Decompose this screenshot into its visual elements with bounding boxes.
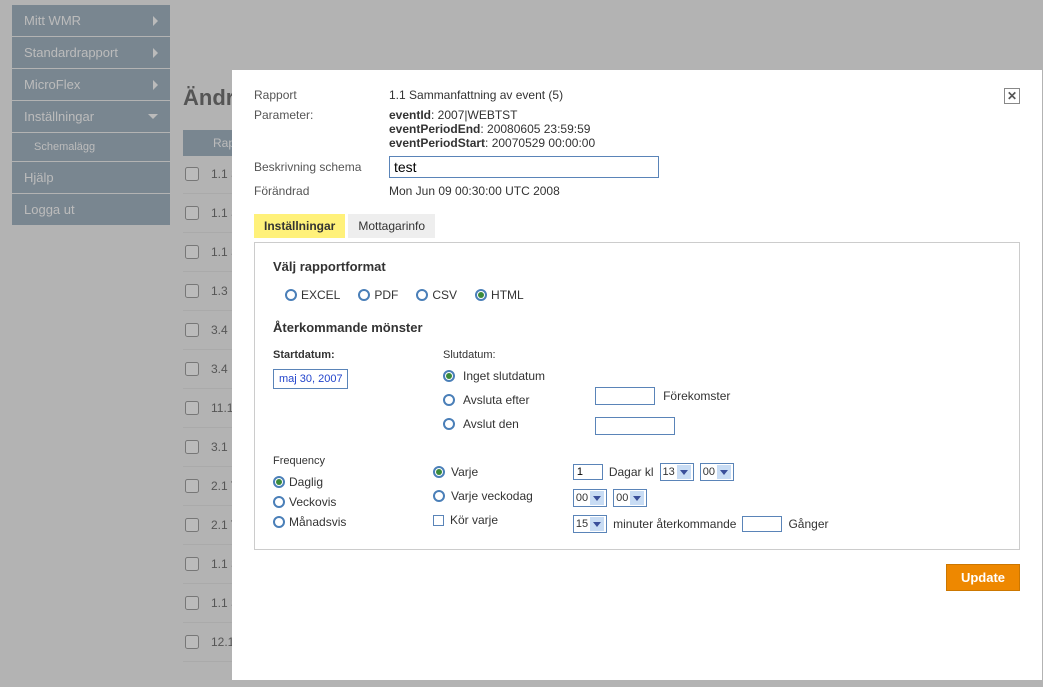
end-date-input[interactable] bbox=[595, 417, 675, 435]
format-html[interactable]: HTML bbox=[475, 288, 524, 302]
chevron-down-icon bbox=[677, 465, 691, 479]
min2-select[interactable]: 00 bbox=[613, 489, 647, 507]
format-pdf[interactable]: PDF bbox=[358, 288, 398, 302]
chevron-down-icon bbox=[590, 491, 604, 505]
times-input[interactable] bbox=[742, 516, 782, 532]
forekomster-label: Förekomster bbox=[663, 389, 730, 403]
freq-weekly[interactable]: Veckovis bbox=[273, 495, 393, 509]
end-after-label: Avsluta efter bbox=[463, 393, 529, 407]
hour2-select[interactable]: 00 bbox=[573, 489, 607, 507]
rapport-value: 1.1 Sammanfattning av event (5) bbox=[389, 88, 563, 102]
rapport-label: Rapport bbox=[254, 88, 389, 102]
tab-installningar[interactable]: Inställningar bbox=[254, 214, 345, 238]
update-button[interactable]: Update bbox=[946, 564, 1020, 591]
schedule-modal: ✕ Rapport 1.1 Sammanfattning av event (5… bbox=[232, 70, 1042, 680]
startdatum-label: Startdatum: bbox=[273, 349, 393, 361]
start-date-input[interactable] bbox=[273, 369, 348, 389]
parameter-label: Parameter: bbox=[254, 108, 389, 150]
forandrad-value: Mon Jun 09 00:30:00 UTC 2008 bbox=[389, 184, 560, 198]
format-excel[interactable]: EXCEL bbox=[285, 288, 340, 302]
end-on-label: Avslut den bbox=[463, 417, 519, 431]
description-input[interactable] bbox=[389, 156, 659, 178]
parameter-values: eventId: 2007|WEBTST eventPeriodEnd: 200… bbox=[389, 108, 595, 150]
slutdatum-label: Slutdatum: bbox=[443, 349, 545, 361]
min1-select[interactable]: 00 bbox=[700, 463, 734, 481]
ganger-label: Gånger bbox=[788, 517, 828, 531]
minutes-select[interactable]: 15 bbox=[573, 515, 607, 533]
beskrivning-label: Beskrivning schema bbox=[254, 160, 389, 174]
occurrence-input[interactable] bbox=[595, 387, 655, 405]
format-csv[interactable]: CSV bbox=[416, 288, 457, 302]
chevron-down-icon bbox=[717, 465, 731, 479]
settings-panel: Välj rapportformat EXCEL PDF CSV HTML Åt… bbox=[254, 242, 1020, 550]
every-weekday[interactable]: Varje veckodag bbox=[433, 489, 533, 503]
end-after-radio[interactable] bbox=[443, 394, 455, 406]
freq-monthly[interactable]: Månadsvis bbox=[273, 515, 393, 529]
chevron-down-icon bbox=[590, 517, 604, 531]
tab-mottagarinfo[interactable]: Mottagarinfo bbox=[348, 214, 435, 238]
forandrad-label: Förändrad bbox=[254, 184, 389, 198]
end-no-date[interactable]: Inget slutdatum bbox=[443, 369, 545, 383]
frequency-label: Frequency bbox=[273, 455, 393, 467]
every-n-days[interactable]: Varje bbox=[433, 465, 533, 479]
days-input[interactable] bbox=[573, 464, 603, 480]
format-title: Välj rapportformat bbox=[273, 259, 1001, 274]
recur-title: Återkommande mönster bbox=[273, 320, 1001, 335]
minuter-label: minuter återkommande bbox=[613, 517, 736, 531]
chevron-down-icon bbox=[630, 491, 644, 505]
hour1-select[interactable]: 13 bbox=[660, 463, 694, 481]
freq-daily[interactable]: Daglig bbox=[273, 475, 393, 489]
run-every-label: Kör varje bbox=[450, 513, 498, 527]
run-every-checkbox[interactable] bbox=[433, 515, 444, 526]
tabs: Inställningar Mottagarinfo bbox=[254, 214, 1020, 238]
dagar-kl-label: Dagar kl bbox=[609, 465, 654, 479]
end-on-radio[interactable] bbox=[443, 418, 455, 430]
close-button[interactable]: ✕ bbox=[1004, 88, 1020, 104]
